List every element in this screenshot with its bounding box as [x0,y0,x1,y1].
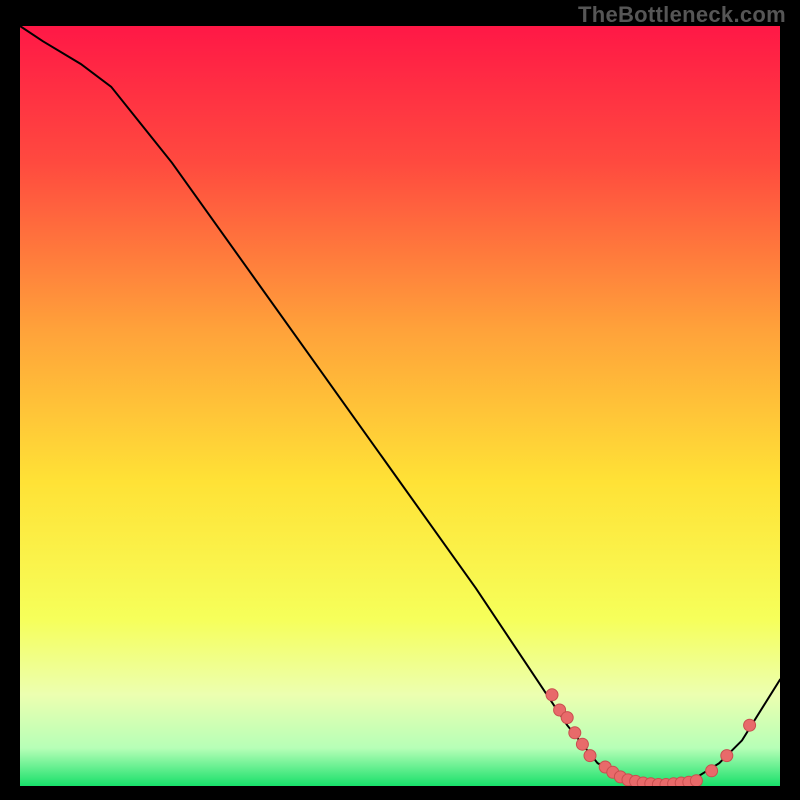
data-point [744,719,756,731]
plot-background [20,26,780,786]
data-point [584,750,596,762]
bottleneck-chart [20,26,780,786]
data-point [569,727,581,739]
data-point [690,775,702,786]
data-point [706,765,718,777]
data-point [546,689,558,701]
data-point [721,750,733,762]
data-point [561,712,573,724]
data-point [576,738,588,750]
watermark-text: TheBottleneck.com [578,2,786,28]
